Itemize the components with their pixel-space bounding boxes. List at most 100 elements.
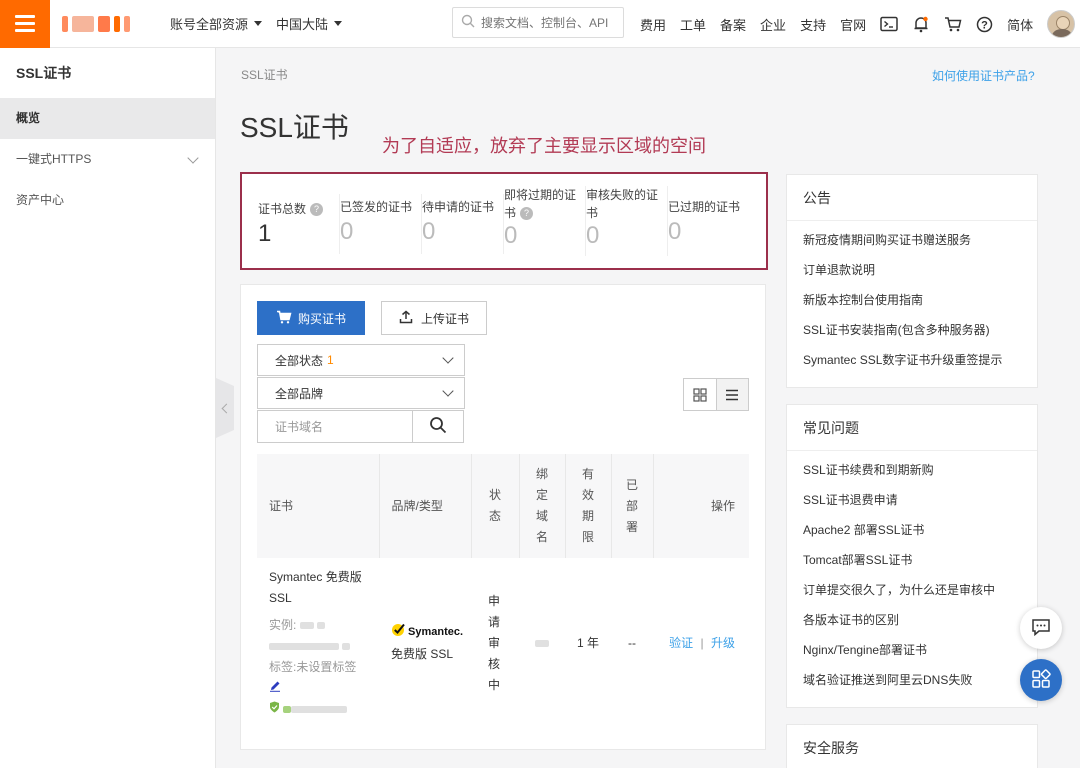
terminal-icon[interactable] xyxy=(880,16,898,32)
help-icon[interactable]: ? xyxy=(310,203,324,217)
global-search[interactable] xyxy=(452,7,624,38)
stat-total[interactable]: 证书总数? 1 xyxy=(258,194,340,254)
stat-issued[interactable]: 已签发的证书 0 xyxy=(340,194,422,254)
column-header-text: 状态 xyxy=(489,488,502,523)
edit-icon[interactable] xyxy=(269,678,371,699)
status-text: 申请审核中 xyxy=(488,593,501,692)
stat-label: 已过期的证书 xyxy=(668,200,741,214)
caret-down-icon xyxy=(334,21,343,26)
instance-label: 实例: xyxy=(269,617,297,632)
buy-certificate-button[interactable]: 购买证书 xyxy=(257,301,365,335)
search-input[interactable] xyxy=(481,15,611,30)
nav-enterprise[interactable]: 企业 xyxy=(760,15,786,34)
symantec-check-icon xyxy=(391,622,406,644)
cart-icon xyxy=(276,310,292,327)
top-bar: 账号全部资源 中国大陆 费用 工单 备案 企业 支持 官网 ? 简体 xyxy=(0,0,1080,48)
list-view-icon[interactable] xyxy=(715,379,748,410)
column-header-text: 有效期限 xyxy=(582,467,595,544)
column-header: 绑定域名 xyxy=(519,454,566,558)
announcement-item[interactable]: SSL证书安装指南(包含多种服务器) xyxy=(803,319,1021,349)
column-header: 操作 xyxy=(653,454,749,558)
faq-item[interactable]: 各版本证书的区别 xyxy=(803,609,1021,639)
avatar[interactable] xyxy=(1047,10,1076,38)
stat-value: 0 xyxy=(340,218,354,245)
account-resources-dropdown[interactable]: 账号全部资源 xyxy=(170,14,263,33)
nav-official-site[interactable]: 官网 xyxy=(840,15,866,34)
stats-panel: 证书总数? 1 已签发的证书 0 待申请的证书 0 即将过期的证 书? 0 审核… xyxy=(240,172,768,270)
domain-search-button[interactable] xyxy=(412,410,464,443)
announcement-item[interactable]: 订单退款说明 xyxy=(803,259,1021,289)
verify-link[interactable]: 验证 xyxy=(669,636,693,650)
nav-tickets[interactable]: 工单 xyxy=(680,15,706,34)
sidebar-item-label: 概览 xyxy=(16,111,41,125)
certificate-panel: 购买证书 上传证书 全部状态 1 全部品牌 证书域名 证书 品牌/类型 状态 绑… xyxy=(240,284,766,750)
cert-name[interactable]: Symantec 免费版 xyxy=(269,567,371,588)
sidebar: SSL证书 概览 一键式HTTPS 资产中心 xyxy=(0,48,216,768)
domain-search-placeholder: 证书域名 xyxy=(275,420,324,434)
upload-certificate-button[interactable]: 上传证书 xyxy=(381,301,487,335)
nav-filing[interactable]: 备案 xyxy=(720,15,746,34)
buy-certificate-label: 购买证书 xyxy=(297,311,346,326)
stat-label-cont: 书 xyxy=(504,206,517,220)
chat-feedback-button[interactable] xyxy=(1020,607,1062,649)
menu-icon[interactable] xyxy=(0,0,50,48)
chevron-down-icon xyxy=(442,352,454,364)
status-filter-select[interactable]: 全部状态 1 xyxy=(257,344,465,376)
tag-label: 标签:未设置标签 xyxy=(269,659,357,674)
sidebar-item-label: 资产中心 xyxy=(16,193,65,207)
language-switch[interactable]: 简体 xyxy=(1007,15,1033,34)
faq-item[interactable]: 订单提交很久了，为什么还是审核中 xyxy=(803,579,1021,609)
certificate-table: 证书 品牌/类型 状态 绑定域名 有效期限 已部署 操作 Symantec 免费… xyxy=(257,454,749,728)
breadcrumb[interactable]: SSL证书 xyxy=(241,66,288,83)
stat-pending[interactable]: 待申请的证书 0 xyxy=(422,194,504,254)
cart-icon[interactable] xyxy=(944,16,962,32)
region-dropdown[interactable]: 中国大陆 xyxy=(276,14,343,33)
search-icon xyxy=(461,14,475,31)
brand-filter-label: 全部品牌 xyxy=(275,386,324,401)
faq-item[interactable]: Nginx/Tengine部署证书 xyxy=(803,639,1021,669)
sidebar-item-asset-center[interactable]: 资产中心 xyxy=(0,180,215,221)
nav-billing[interactable]: 费用 xyxy=(640,15,666,34)
announcement-item[interactable]: 新冠疫情期间购买证书赠送服务 xyxy=(803,229,1021,259)
stat-label: 即将过期的证 xyxy=(504,188,577,202)
faq-item[interactable]: SSL证书退费申请 xyxy=(803,489,1021,519)
upgrade-link[interactable]: 升级 xyxy=(711,636,735,650)
brand-logo: Symantec. xyxy=(408,626,464,638)
help-link[interactable]: 如何使用证书产品? xyxy=(932,67,1035,84)
announcement-item[interactable]: 新版本控制台使用指南 xyxy=(803,289,1021,319)
announcement-item[interactable]: Symantec SSL数字证书升级重签提示 xyxy=(803,349,1021,379)
faq-item[interactable]: SSL证书续费和到期新购 xyxy=(803,459,1021,489)
nav-support[interactable]: 支持 xyxy=(800,15,826,34)
page-title: SSL证书 xyxy=(240,112,349,143)
stat-value: 0 xyxy=(422,218,436,245)
deployed-cell: -- xyxy=(628,635,637,650)
help-icon[interactable]: ? xyxy=(520,207,534,221)
account-resources-label: 账号全部资源 xyxy=(170,17,249,32)
logo[interactable] xyxy=(62,14,142,34)
sidebar-item-overview[interactable]: 概览 xyxy=(0,98,215,139)
faq-item[interactable]: 域名验证推送到阿里云DNS失败 xyxy=(803,669,1021,699)
faq-item[interactable]: Tomcat部署SSL证书 xyxy=(803,549,1021,579)
sidebar-item-one-click-https[interactable]: 一键式HTTPS xyxy=(0,139,215,180)
sidebar-collapse-handle[interactable] xyxy=(216,378,234,438)
faq-item[interactable]: Apache2 部署SSL证书 xyxy=(803,519,1021,549)
stat-value: 0 xyxy=(586,222,600,249)
stat-expiring[interactable]: 即将过期的证 书? 0 xyxy=(504,186,586,256)
stat-value: 0 xyxy=(668,218,682,245)
domain-search-input[interactable]: 证书域名 xyxy=(257,410,413,443)
svg-text:?: ? xyxy=(981,19,988,31)
chevron-down-icon xyxy=(442,385,454,397)
grid-view-icon[interactable] xyxy=(684,379,716,410)
bell-icon[interactable] xyxy=(912,15,930,33)
stat-expired[interactable]: 已过期的证书 0 xyxy=(668,194,750,254)
upload-icon xyxy=(399,310,413,327)
stat-failed[interactable]: 审核失败的证 书 0 xyxy=(586,186,668,256)
column-header: 状态 xyxy=(471,454,520,558)
help-icon[interactable]: ? xyxy=(976,16,993,33)
view-toggle xyxy=(683,378,749,411)
stat-value: 1 xyxy=(258,220,272,247)
apps-button[interactable] xyxy=(1020,659,1062,701)
table-row: Symantec 免费版 SSL 实例: 标签:未设置标签 Symantec. … xyxy=(257,558,749,728)
status-filter-label: 全部状态 xyxy=(275,353,324,368)
brand-filter-select[interactable]: 全部品牌 xyxy=(257,377,465,409)
